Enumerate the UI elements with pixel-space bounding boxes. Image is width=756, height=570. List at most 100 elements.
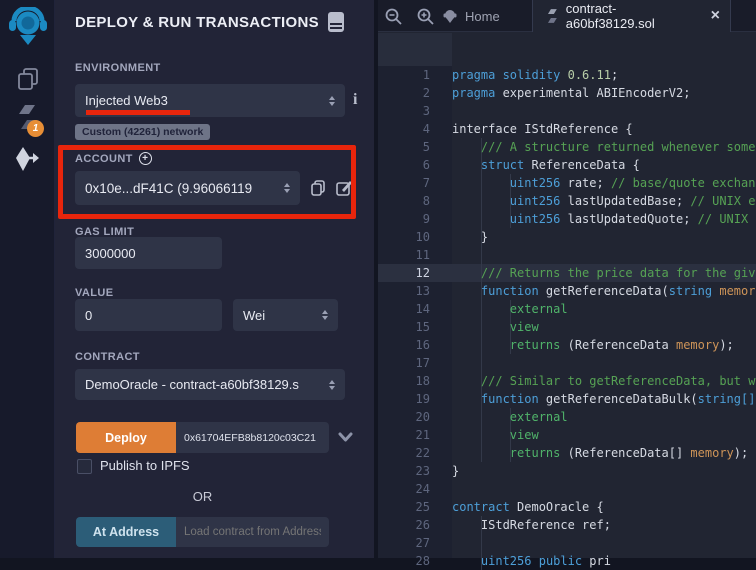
- line-number: 18: [378, 372, 452, 390]
- compiler-error-badge: 1: [27, 120, 44, 137]
- code-line: view: [452, 426, 756, 444]
- solidity-file-icon: [547, 8, 558, 24]
- editor-code[interactable]: pragma solidity 0.6.11;pragma experiment…: [452, 66, 756, 570]
- line-number: 9: [378, 210, 452, 228]
- code-line: uint256 lastUpdatedBase; // UNIX ep: [452, 192, 756, 210]
- constructor-arg-input[interactable]: [176, 422, 329, 453]
- line-number: 27: [378, 534, 452, 552]
- code-line: returns (ReferenceData memory);: [452, 336, 756, 354]
- gas-limit-input[interactable]: [75, 237, 222, 269]
- icon-bar: 1: [0, 0, 55, 558]
- line-number: 17: [378, 354, 452, 372]
- panel-title: DEPLOY & RUN TRANSACTIONS: [75, 14, 319, 31]
- annotation-underline: [86, 110, 190, 115]
- line-number: 8: [378, 192, 452, 210]
- value-unit: Wei: [243, 308, 265, 323]
- code-line: /// A structure returned whenever someo: [452, 138, 756, 156]
- select-spinner-icon: [329, 96, 335, 106]
- code-line: view: [452, 318, 756, 336]
- environment-label: ENVIRONMENT: [75, 62, 161, 74]
- deploy-run-icon[interactable]: [0, 146, 55, 172]
- at-address-input[interactable]: [176, 517, 329, 547]
- code-line: struct ReferenceData {: [452, 156, 756, 174]
- code-line: external: [452, 408, 756, 426]
- annotation-box: [58, 145, 356, 219]
- line-number: 12: [378, 264, 452, 282]
- editor-gutter: 1234567891011121314151617181920212223242…: [378, 66, 452, 570]
- editor-tab-bar: Home contract-a60bf38129.sol ×: [378, 0, 756, 32]
- code-line: /// Returns the price data for the give: [452, 264, 756, 282]
- line-number: 5: [378, 138, 452, 156]
- line-number: 15: [378, 318, 452, 336]
- code-line: IStdReference ref;: [452, 516, 756, 534]
- contract-value: DemoOracle - contract-a60bf38129.s: [85, 377, 329, 392]
- publish-ipfs-label: Publish to IPFS: [100, 458, 190, 473]
- code-line: [452, 534, 756, 552]
- file-explorer-icon[interactable]: [0, 66, 55, 92]
- line-number: 25: [378, 498, 452, 516]
- deploy-button[interactable]: Deploy: [76, 422, 176, 453]
- code-line: uint256 public pri: [452, 552, 756, 570]
- value-label: VALUE: [75, 287, 113, 299]
- editor-corner-block: [378, 33, 452, 66]
- tab-active-file[interactable]: contract-a60bf38129.sol ×: [533, 0, 730, 32]
- line-number: 6: [378, 156, 452, 174]
- line-number: 7: [378, 174, 452, 192]
- code-line: contract DemoOracle {: [452, 498, 756, 516]
- line-number: 4: [378, 120, 452, 138]
- line-number: 19: [378, 390, 452, 408]
- code-line: [452, 246, 756, 264]
- tab-close-icon[interactable]: ×: [711, 8, 720, 24]
- deploy-panel: DEPLOY & RUN TRANSACTIONS ENVIRONMENT In…: [55, 0, 374, 558]
- remix-home-icon: [442, 8, 458, 24]
- code-line: interface IStdReference {: [452, 120, 756, 138]
- tab-home[interactable]: Home: [442, 0, 500, 32]
- solidity-compiler-icon[interactable]: 1: [0, 103, 55, 131]
- or-separator-label: OR: [76, 489, 329, 504]
- editor-body[interactable]: 1234567891011121314151617181920212223242…: [378, 33, 756, 558]
- line-number: 16: [378, 336, 452, 354]
- tab-file-label: contract-a60bf38129.sol: [566, 1, 703, 31]
- code-line: uint256 rate; // base/quote exchang: [452, 174, 756, 192]
- code-line: }: [452, 228, 756, 246]
- line-number: 1: [378, 66, 452, 84]
- contract-select[interactable]: DemoOracle - contract-a60bf38129.s: [75, 369, 345, 400]
- contract-label: CONTRACT: [75, 351, 140, 363]
- code-line: [452, 480, 756, 498]
- select-spinner-icon: [322, 310, 328, 320]
- remix-logo[interactable]: [0, 7, 55, 47]
- select-spinner-icon: [329, 380, 335, 390]
- code-line: returns (ReferenceData[] memory);: [452, 444, 756, 462]
- line-number: 28: [378, 552, 452, 570]
- code-line: /// Similar to getReferenceData, but wi: [452, 372, 756, 390]
- line-number: 22: [378, 444, 452, 462]
- line-number: 23: [378, 462, 452, 480]
- code-line: external: [452, 300, 756, 318]
- value-input[interactable]: [75, 299, 222, 331]
- code-line: function getReferenceDataBulk(string[]: [452, 390, 756, 408]
- line-number: 24: [378, 480, 452, 498]
- environment-info-icon[interactable]: i: [353, 91, 357, 109]
- zoom-out-icon[interactable]: [384, 7, 403, 31]
- line-number: 13: [378, 282, 452, 300]
- line-number: 14: [378, 300, 452, 318]
- code-line: pragma solidity 0.6.11;: [452, 66, 756, 84]
- publish-ipfs-checkbox[interactable]: [77, 459, 92, 474]
- line-number: 20: [378, 408, 452, 426]
- line-number: 10: [378, 228, 452, 246]
- line-number: 11: [378, 246, 452, 264]
- documentation-book-icon[interactable]: [328, 12, 344, 32]
- code-line: [452, 354, 756, 372]
- value-unit-select[interactable]: Wei: [233, 299, 338, 331]
- environment-value: Injected Web3: [85, 93, 168, 108]
- network-badge: Custom (42261) network: [75, 124, 210, 140]
- chevron-down-icon[interactable]: [338, 429, 353, 447]
- tab-home-label: Home: [465, 9, 500, 24]
- line-number: 21: [378, 426, 452, 444]
- line-number: 3: [378, 102, 452, 120]
- code-line: uint256 lastUpdatedQuote; // UNIX e: [452, 210, 756, 228]
- zoom-in-icon[interactable]: [416, 7, 435, 31]
- line-number: 2: [378, 84, 452, 102]
- code-line: function getReferenceData(string memory: [452, 282, 756, 300]
- at-address-button[interactable]: At Address: [76, 517, 176, 547]
